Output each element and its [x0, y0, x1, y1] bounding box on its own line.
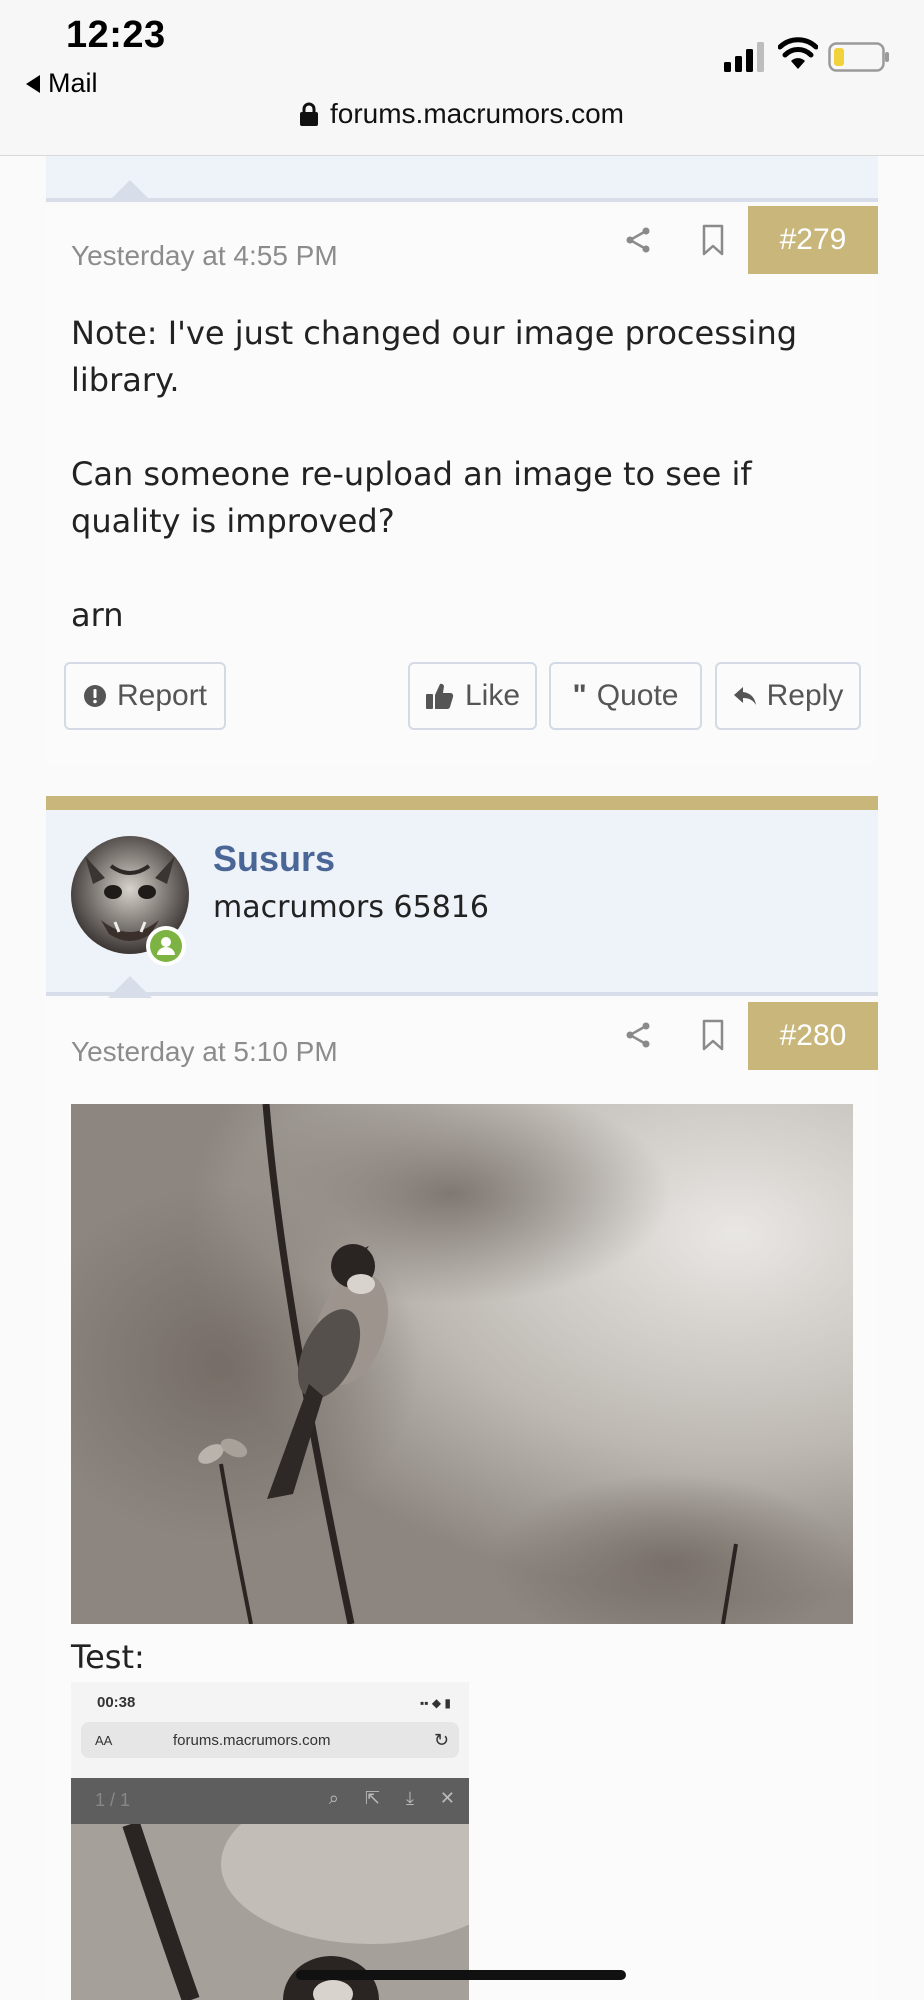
cellular-signal-icon [724, 42, 764, 72]
post-timestamp[interactable]: Yesterday at 4:55 PM [71, 240, 338, 272]
post-header-band [46, 156, 878, 202]
post-separator [46, 796, 878, 810]
report-label: Report [116, 679, 208, 712]
online-status-badge [146, 926, 186, 966]
like-button[interactable]: Like [408, 662, 537, 730]
post-number-badge[interactable]: #280 [748, 1002, 878, 1070]
bookmark-icon[interactable] [697, 1019, 729, 1051]
screenshot-lightbox-toolbar: 1 / 1 ⌕ ⇱ ⤓ ✕ [71, 1778, 469, 1824]
quote-button[interactable]: " Quote [549, 662, 702, 730]
share-icon[interactable] [622, 1019, 654, 1051]
post-message: Note: I've just changed our image proces… [71, 310, 831, 639]
screenshot-aa: AA [95, 1732, 113, 1748]
back-to-mail-button[interactable]: Mail [26, 68, 98, 99]
post-caption: Test: [71, 1638, 145, 1676]
back-app-label: Mail [48, 68, 98, 98]
screenshot-time: 00:38 [97, 1694, 136, 1711]
home-indicator [296, 1970, 626, 1980]
quote-icon: " [572, 679, 587, 712]
wifi-icon [778, 37, 818, 69]
like-label: Like [464, 679, 521, 712]
url-text: forums.macrumors.com [329, 98, 625, 129]
lock-icon [299, 102, 318, 126]
reply-label: Reply [766, 679, 844, 712]
reply-arrow-icon [733, 687, 756, 705]
screenshot-status-icons: ▪▪ ◆ ▮ [419, 1696, 451, 1710]
user-icon [157, 937, 175, 955]
screenshot-address-bar: AA forums.macrumors.com ↻ [81, 1722, 459, 1758]
author-username[interactable]: Susurs [213, 838, 335, 880]
message-signature: arn [71, 596, 124, 634]
bookmark-icon[interactable] [697, 224, 729, 256]
post-number-badge[interactable]: #279 [748, 206, 878, 274]
post-timestamp[interactable]: Yesterday at 5:10 PM [71, 1036, 338, 1068]
browser-top-bar: 12:23 Mail forums.macrumors.com [0, 0, 924, 156]
attached-screenshot[interactable]: 00:38 ▪▪ ◆ ▮ AA forums.macrumors.com ↻ 1… [71, 1682, 469, 2000]
screenshot-url: forums.macrumors.com [173, 1731, 331, 1749]
share-icon[interactable] [622, 224, 654, 256]
attached-bird-photo[interactable] [71, 1104, 853, 1624]
reload-icon: ↻ [433, 1729, 449, 1750]
reply-button[interactable]: Reply [715, 662, 861, 730]
battery-icon [828, 42, 889, 72]
alert-icon [83, 685, 106, 707]
status-time: 12:23 [66, 14, 166, 56]
post-pointer [108, 976, 152, 998]
download-icon: ⤓ [405, 1788, 414, 1808]
message-paragraph: Can someone re-upload an image to see if… [71, 455, 752, 540]
open-external-icon: ⇱ [364, 1788, 380, 1808]
back-arrow-icon [26, 74, 40, 93]
zoom-icon: ⌕ [328, 1788, 339, 1808]
report-button[interactable]: Report [64, 662, 226, 730]
thumbs-up-icon [425, 683, 454, 710]
screenshot-counter: 1 / 1 [95, 1790, 131, 1810]
close-icon: ✕ [439, 1788, 455, 1808]
address-bar[interactable]: forums.macrumors.com [0, 98, 924, 130]
post-pointer [108, 180, 152, 202]
message-paragraph: Note: I've just changed our image proces… [71, 314, 798, 399]
author-title: macrumors 65816 [213, 890, 489, 925]
quote-label: Quote [596, 679, 679, 712]
